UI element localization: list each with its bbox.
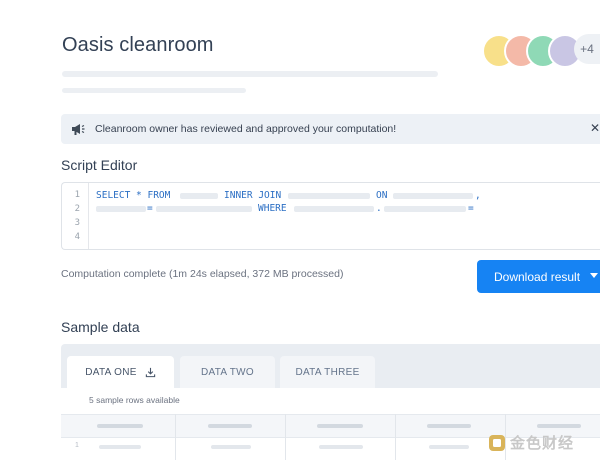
redacted-token xyxy=(180,193,218,199)
download-result-label: Download result xyxy=(494,270,581,284)
watermark: 金色财经 xyxy=(488,432,574,453)
tab-label: DATA ONE xyxy=(85,366,137,378)
sql-keyword: ON xyxy=(376,190,388,201)
download-icon[interactable] xyxy=(145,367,156,378)
approval-notice: Cleanroom owner has reviewed and approve… xyxy=(61,114,600,144)
computation-status: Computation complete (1m 24s elapsed, 37… xyxy=(61,268,344,280)
redacted-token xyxy=(288,193,370,199)
sql-operator: = xyxy=(147,203,153,214)
sql-keyword: WHERE xyxy=(258,203,287,214)
redacted-token xyxy=(384,206,466,212)
tab-label: DATA THREE xyxy=(295,366,360,378)
column-header-placeholder xyxy=(537,424,581,428)
chevron-down-icon[interactable] xyxy=(590,273,598,278)
notice-message: Cleanroom owner has reviewed and approve… xyxy=(95,123,397,135)
redacted-token xyxy=(393,193,473,199)
row-number: 1 xyxy=(75,442,79,449)
column-header-placeholder xyxy=(317,424,363,428)
sql-punctuation: , xyxy=(475,190,481,201)
sample-data-title: Sample data xyxy=(61,319,140,335)
collaborator-avatars[interactable]: +4 xyxy=(480,34,600,68)
table-cell-placeholder xyxy=(99,445,141,449)
tab-data-one[interactable]: DATA ONE xyxy=(67,356,174,388)
redacted-token xyxy=(156,206,252,212)
sql-punctuation: . xyxy=(376,203,382,214)
sample-rows-note: 5 sample rows available xyxy=(89,395,180,405)
avatar-overflow-count[interactable]: +4 xyxy=(574,34,600,64)
script-editor-title: Script Editor xyxy=(61,157,138,173)
tab-data-two[interactable]: DATA TWO xyxy=(180,356,275,388)
description-placeholder-line-2 xyxy=(62,88,246,93)
page-title: Oasis cleanroom xyxy=(62,34,214,56)
sql-keyword: INNER JOIN xyxy=(224,190,282,201)
line-number-gutter: 1 2 3 4 xyxy=(62,183,89,249)
download-result-button[interactable]: Download result xyxy=(477,260,600,293)
code-line-1: SELECT * FROM INNER JOIN ON , xyxy=(96,190,596,202)
close-icon[interactable]: ✕ xyxy=(590,121,600,135)
tab-data-three[interactable]: DATA THREE xyxy=(280,356,375,388)
description-placeholder-line-1 xyxy=(62,71,438,77)
column-divider xyxy=(395,414,396,460)
line-number: 4 xyxy=(74,232,80,242)
table-cell-placeholder xyxy=(319,445,363,449)
tab-label: DATA TWO xyxy=(201,366,254,378)
column-divider xyxy=(285,414,286,460)
sql-operator: = xyxy=(468,203,474,214)
column-header-placeholder xyxy=(97,424,143,428)
line-number: 2 xyxy=(74,204,80,214)
watermark-text: 金色财经 xyxy=(510,435,575,452)
line-number: 3 xyxy=(74,218,80,228)
redacted-token xyxy=(96,206,146,212)
column-header-placeholder xyxy=(427,424,471,428)
table-cell-placeholder xyxy=(211,445,251,449)
table-cell-placeholder xyxy=(429,445,469,449)
watermark-logo-icon xyxy=(489,434,505,451)
code-line-2: = WHERE . = xyxy=(96,203,596,215)
redacted-token xyxy=(294,206,374,212)
column-divider xyxy=(175,414,176,460)
page: Oasis cleanroom +4 Cleanroom owner has r… xyxy=(0,0,600,460)
megaphone-icon xyxy=(72,124,85,135)
sql-keyword: SELECT * FROM xyxy=(96,190,171,201)
line-number: 1 xyxy=(74,190,80,200)
script-editor[interactable]: 1 2 3 4 SELECT * FROM INNER JOIN ON , = … xyxy=(61,182,600,250)
column-header-placeholder xyxy=(208,424,252,428)
